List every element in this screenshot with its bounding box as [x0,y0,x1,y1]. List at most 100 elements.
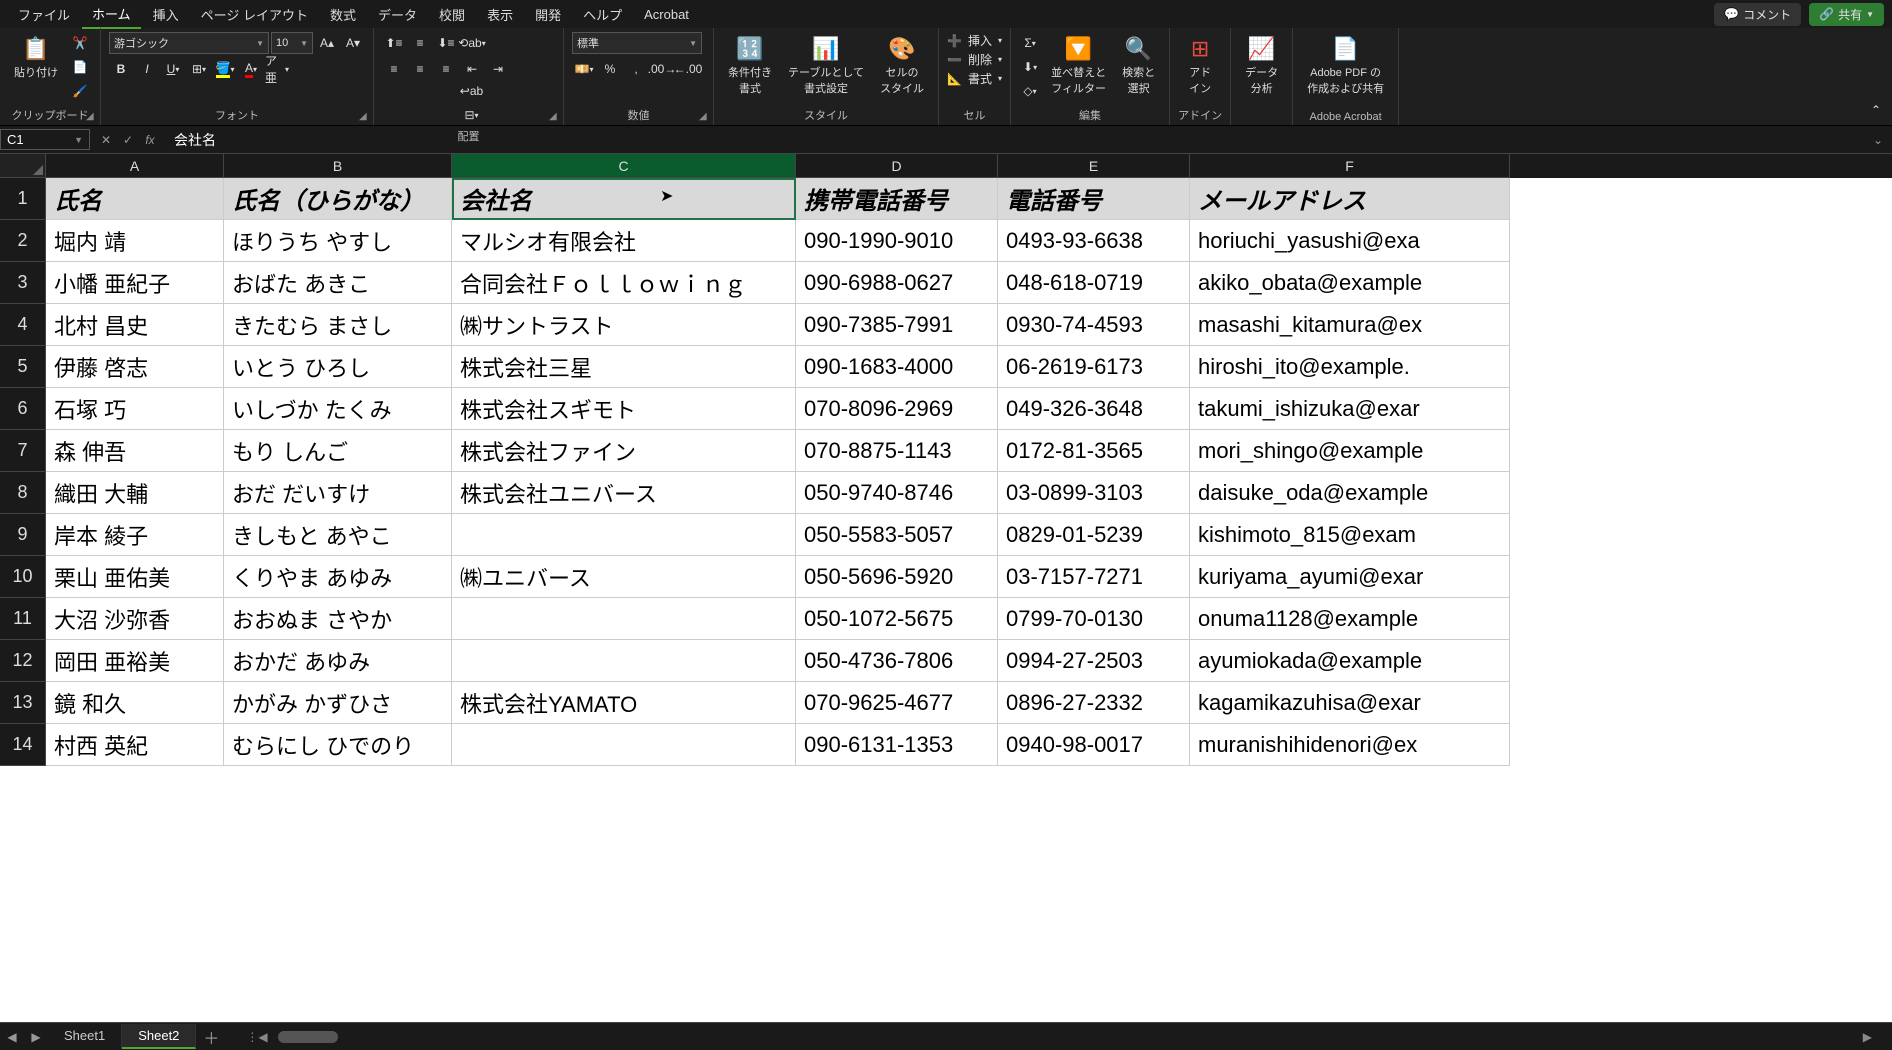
number-format-combo[interactable]: 標準▼ [572,32,702,54]
cancel-formula-button[interactable]: ✕ [96,130,116,150]
row-header-10[interactable]: 10 [0,556,46,598]
cell-E4[interactable]: 0930-74-4593 [998,304,1190,346]
cell-A11[interactable]: 大沼 沙弥香 [46,598,224,640]
fx-button[interactable]: fx [140,130,160,150]
cell-A13[interactable]: 鏡 和久 [46,682,224,724]
merge-button[interactable]: ⊟▾ [388,104,555,126]
row-header-13[interactable]: 13 [0,682,46,724]
column-header-F[interactable]: F [1190,154,1510,178]
row-header-4[interactable]: 4 [0,304,46,346]
fill-button[interactable]: ⬇▾ [1019,56,1041,78]
cell-E1[interactable]: 電話番号 [998,178,1190,220]
tab-review[interactable]: 校閲 [429,1,475,28]
data-analysis-button[interactable]: 📈 データ 分析 [1239,32,1284,100]
cell-F6[interactable]: takumi_ishizuka@exar [1190,388,1510,430]
expand-formula-button[interactable]: ⌄ [1868,130,1888,150]
cell-A2[interactable]: 堀内 靖 [46,220,224,262]
cell-E7[interactable]: 0172-81-3565 [998,430,1190,472]
cell-A9[interactable]: 岸本 綾子 [46,514,224,556]
cell-B10[interactable]: くりやま あゆみ [224,556,452,598]
paste-button[interactable]: 📋 貼り付け [8,32,64,84]
sort-filter-button[interactable]: 🔽 並べ替えと フィルター [1045,32,1112,100]
scroll-left-button[interactable]: ◀ [258,1030,267,1044]
horizontal-scrollbar-thumb[interactable] [278,1031,338,1043]
format-painter-button[interactable]: 🖌️ [68,80,92,102]
autosum-button[interactable]: Σ▾ [1019,32,1041,54]
format-cells-button[interactable]: 📐書式▾ [947,70,1002,87]
column-header-A[interactable]: A [46,154,224,178]
tab-data[interactable]: データ [368,1,427,28]
orientation-button[interactable]: ⟲ab▾ [460,32,484,54]
tab-view[interactable]: 表示 [477,1,523,28]
tab-help[interactable]: ヘルプ [573,1,632,28]
decrease-indent-button[interactable]: ⇤ [460,58,484,80]
cell-C12[interactable] [452,640,796,682]
tab-acrobat[interactable]: Acrobat [634,3,699,26]
select-all-corner[interactable] [0,154,46,178]
cell-F2[interactable]: horiuchi_yasushi@exa [1190,220,1510,262]
cell-E10[interactable]: 03-7157-7271 [998,556,1190,598]
border-button[interactable]: ⊞▾ [187,58,211,80]
cell-E5[interactable]: 06-2619-6173 [998,346,1190,388]
cell-A6[interactable]: 石塚 巧 [46,388,224,430]
name-box[interactable]: C1 ▼ [0,129,90,150]
cell-B4[interactable]: きたむら まさし [224,304,452,346]
cell-D13[interactable]: 070-9625-4677 [796,682,998,724]
comment-button[interactable]: 💬 コメント [1714,3,1801,26]
sheet-nav-prev[interactable]: ◀ [0,1030,24,1044]
collapse-ribbon-button[interactable]: ⌃ [1864,99,1888,121]
cell-B11[interactable]: おおぬま さやか [224,598,452,640]
row-header-2[interactable]: 2 [0,220,46,262]
cell-D6[interactable]: 070-8096-2969 [796,388,998,430]
cell-A7[interactable]: 森 伸吾 [46,430,224,472]
font-family-combo[interactable]: 游ゴシック▼ [109,32,269,54]
cell-D8[interactable]: 050-9740-8746 [796,472,998,514]
cell-D7[interactable]: 070-8875-1143 [796,430,998,472]
cell-D2[interactable]: 090-1990-9010 [796,220,998,262]
row-header-9[interactable]: 9 [0,514,46,556]
cell-E3[interactable]: 048-618-0719 [998,262,1190,304]
align-center-button[interactable]: ≡ [408,58,432,80]
cut-button[interactable]: ✂️ [68,32,92,54]
increase-decimal-button[interactable]: .00→ [650,58,674,80]
delete-cells-button[interactable]: ➖削除▾ [947,51,1002,68]
cell-E2[interactable]: 0493-93-6638 [998,220,1190,262]
cell-E11[interactable]: 0799-70-0130 [998,598,1190,640]
align-top-button[interactable]: ⬆≡ [382,32,406,54]
cell-C13[interactable]: 株式会社YAMATO [452,682,796,724]
cell-E12[interactable]: 0994-27-2503 [998,640,1190,682]
number-dialog-launcher[interactable]: ◢ [699,111,711,123]
sheet-nav-next[interactable]: ▶ [24,1030,48,1044]
row-header-7[interactable]: 7 [0,430,46,472]
decrease-decimal-button[interactable]: ←.00 [676,58,700,80]
font-color-button[interactable]: A▾ [239,58,263,80]
align-bottom-button[interactable]: ⬇≡ [434,32,458,54]
tab-formulas[interactable]: 数式 [320,1,366,28]
cell-F12[interactable]: ayumiokada@example [1190,640,1510,682]
cell-C7[interactable]: 株式会社ファイン [452,430,796,472]
cell-E13[interactable]: 0896-27-2332 [998,682,1190,724]
find-select-button[interactable]: 🔍 検索と 選択 [1116,32,1161,100]
alignment-dialog-launcher[interactable]: ◢ [549,111,561,123]
cell-E9[interactable]: 0829-01-5239 [998,514,1190,556]
cell-F4[interactable]: masashi_kitamura@ex [1190,304,1510,346]
cell-D5[interactable]: 090-1683-4000 [796,346,998,388]
cell-F11[interactable]: onuma1128@example [1190,598,1510,640]
row-header-3[interactable]: 3 [0,262,46,304]
cell-C4[interactable]: ㈱サントラスト [452,304,796,346]
cell-A1[interactable]: 氏名 [46,178,224,220]
cell-D3[interactable]: 090-6988-0627 [796,262,998,304]
cell-A14[interactable]: 村西 英紀 [46,724,224,766]
cell-D1[interactable]: 携帯電話番号 [796,178,998,220]
cell-C11[interactable] [452,598,796,640]
sheet-tab-sheet1[interactable]: Sheet1 [48,1024,122,1049]
tab-developer[interactable]: 開発 [525,1,571,28]
tab-home[interactable]: ホーム [82,0,141,29]
phonetic-button[interactable]: ア亜▾ [265,58,289,80]
table-format-button[interactable]: 📊 テーブルとして 書式設定 [782,32,870,100]
cell-C2[interactable]: マルシオ有限会社 [452,220,796,262]
cell-F3[interactable]: akiko_obata@example [1190,262,1510,304]
align-left-button[interactable]: ≡ [382,58,406,80]
comma-button[interactable]: , [624,58,648,80]
increase-font-button[interactable]: A▴ [315,32,339,54]
